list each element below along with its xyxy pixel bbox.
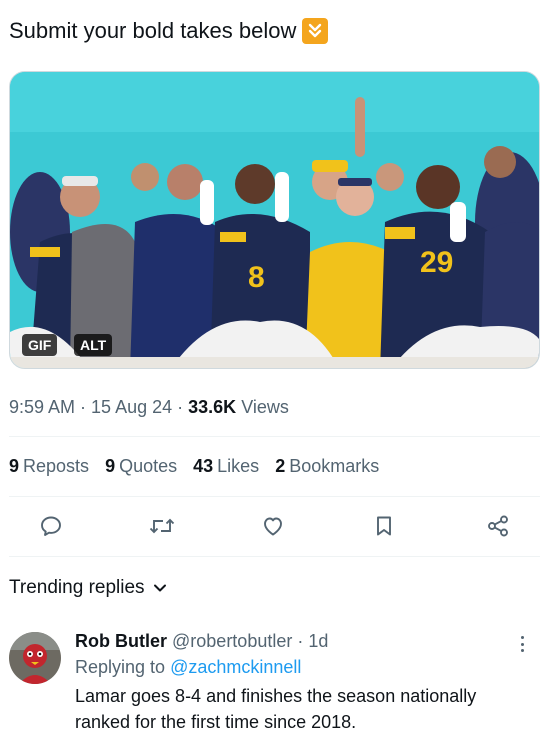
trending-replies-dropdown[interactable]: Trending replies (9, 577, 167, 599)
bookmarks-stat[interactable]: 2 Bookmarks (275, 456, 379, 477)
tweet-action-bar (0, 508, 540, 544)
reply-icon[interactable] (37, 512, 65, 540)
avatar[interactable] (9, 632, 61, 684)
chevron-down-icon (153, 584, 166, 592)
like-icon[interactable] (259, 512, 287, 540)
gif-preview-image: 8 29 (10, 72, 539, 368)
tweet-date[interactable]: 15 Aug 24 (91, 397, 172, 417)
reply-author-handle[interactable]: @robertobutler (172, 631, 292, 651)
reply-body: Rob Butler @robertobutler · 1d Replying … (75, 628, 525, 735)
tweet-text: Submit your bold takes below (9, 16, 329, 46)
divider (9, 436, 540, 437)
divider (9, 556, 540, 557)
replying-to-link[interactable]: @zachmckinnell (170, 657, 301, 677)
gif-badge: GIF (22, 334, 58, 356)
reposts-stat[interactable]: 9 Reposts (9, 456, 89, 477)
svg-text:29: 29 (420, 246, 453, 279)
tweet-text-content: Submit your bold takes below (9, 18, 297, 43)
replying-to-line: Replying to @zachmckinnell (75, 654, 525, 681)
tweet-media-gif[interactable]: 8 29 GIF ALT (9, 71, 540, 369)
bookmark-icon[interactable] (370, 512, 398, 540)
divider (9, 496, 540, 497)
tweet-meta: 9:59 AM · 15 Aug 24 · 33.6K Views (9, 397, 289, 417)
likes-stat[interactable]: 43 Likes (193, 456, 259, 477)
views-label: Views (241, 397, 289, 417)
replying-to-prefix: Replying to (75, 657, 166, 677)
svg-text:8: 8 (248, 261, 265, 294)
down-arrow-emoji-icon (302, 18, 329, 44)
reply-header: Rob Butler @robertobutler · 1d (75, 628, 525, 654)
reply-separator: · (297, 631, 304, 651)
alt-text-button[interactable]: ALT (74, 334, 113, 356)
views-count: 33.6K (188, 397, 237, 417)
reply-text: Lamar goes 8-4 and finishes the season n… (75, 686, 477, 732)
reply-author-name[interactable]: Rob Butler (75, 631, 167, 651)
repost-icon[interactable] (148, 512, 176, 540)
share-icon[interactable] (484, 512, 512, 540)
trending-replies-label: Trending replies (9, 577, 145, 598)
more-options-icon[interactable] (512, 634, 532, 654)
reply-time[interactable]: 1d (308, 631, 328, 651)
engagement-stats: 9 Reposts 9 Quotes 43 Likes 2 Bookmarks (9, 456, 395, 477)
quotes-stat[interactable]: 9 Quotes (105, 456, 177, 477)
tweet-time: 9:59 AM (9, 397, 76, 417)
